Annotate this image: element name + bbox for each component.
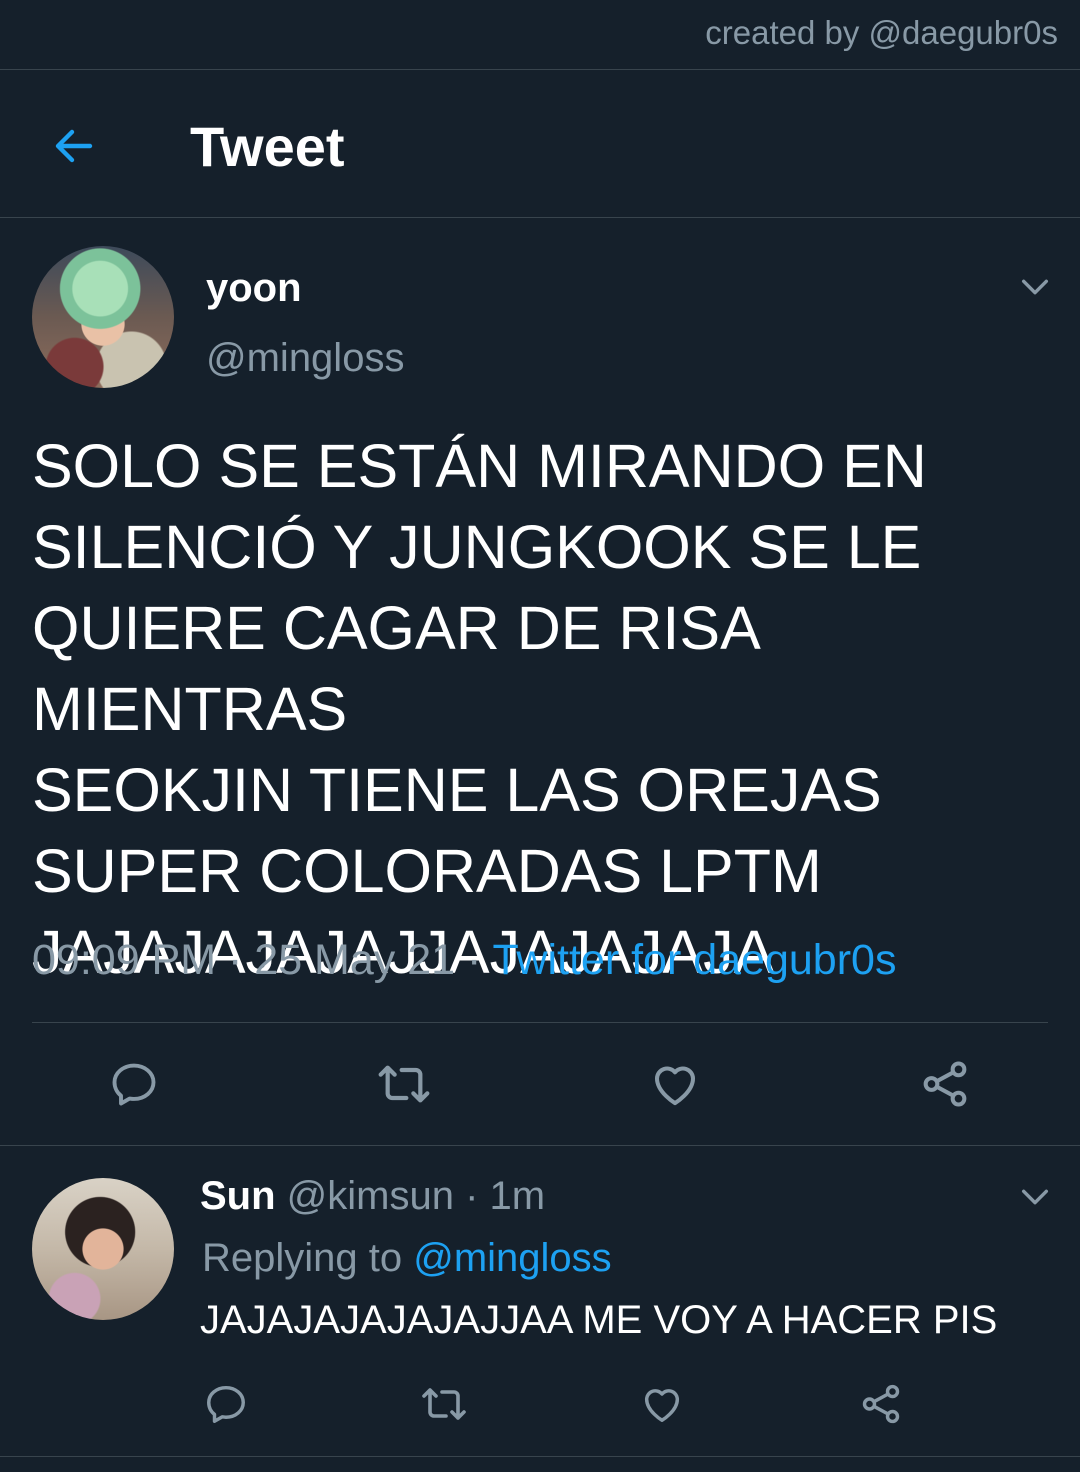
retweet-icon <box>378 1065 430 1103</box>
reply-actions <box>0 1372 1080 1436</box>
share-button[interactable] <box>911 1050 979 1118</box>
divider <box>32 1022 1048 1023</box>
reply-header: Sun @kimsun · 1m <box>200 1174 545 1219</box>
page-title: Tweet <box>190 115 345 178</box>
chevron-down-icon <box>1021 1189 1049 1205</box>
divider <box>0 217 1080 218</box>
retweet-button[interactable] <box>412 1372 476 1436</box>
author-handle[interactable]: @mingloss <box>206 336 404 381</box>
retweet-button[interactable] <box>370 1050 438 1118</box>
top-bar: Tweet <box>0 70 1080 217</box>
heart-icon <box>654 1066 696 1106</box>
more-options-button[interactable] <box>1018 270 1052 309</box>
share-icon <box>923 1061 967 1107</box>
divider <box>0 1145 1080 1146</box>
replying-to: Replying to @mingloss <box>202 1236 612 1281</box>
tweet-text: SOLO SE ESTÁN MIRANDO EN SILENCIÓ Y JUNG… <box>32 432 927 986</box>
retweet-icon <box>422 1388 466 1420</box>
replying-to-label: Replying to <box>202 1236 414 1280</box>
divider <box>0 1456 1080 1457</box>
tweet-meta: 09:09 PM · 25 May 21 · Twitter for daegu… <box>32 936 896 985</box>
back-button[interactable] <box>46 118 102 174</box>
reply-button[interactable] <box>100 1050 168 1118</box>
replying-to-mention[interactable]: @mingloss <box>413 1236 611 1280</box>
like-button[interactable] <box>641 1050 709 1118</box>
tweet-actions <box>0 1050 1080 1118</box>
reply-author-handle[interactable]: @kimsun <box>287 1174 454 1218</box>
arrow-left-icon <box>55 129 93 163</box>
tweet-time: 09:09 PM <box>32 936 217 984</box>
watermark: created by @daegubr0s <box>705 14 1058 51</box>
reply-separator: · <box>453 1174 490 1218</box>
avatar[interactable] <box>32 1178 174 1320</box>
reply-author-name[interactable]: Sun <box>200 1174 276 1218</box>
tweet-source-link[interactable]: Twitter for daegubr0s <box>493 936 897 984</box>
heart-icon <box>644 1389 680 1423</box>
share-button[interactable] <box>849 1372 913 1436</box>
meta-separator: · <box>455 936 493 984</box>
meta-separator: · <box>216 936 255 984</box>
reply-button[interactable] <box>194 1372 258 1436</box>
reply-time: 1m <box>489 1174 546 1218</box>
author-name[interactable]: yoon <box>206 266 302 311</box>
comment-icon <box>112 1063 156 1106</box>
avatar[interactable] <box>32 246 174 388</box>
reply-text: JAJAJAJAJAJAJJAA ME VOY A HACER PIS <box>200 1298 998 1342</box>
like-button[interactable] <box>630 1372 694 1436</box>
tweet-date: 25 May 21 <box>254 936 456 984</box>
comment-icon <box>207 1385 245 1423</box>
chevron-down-icon <box>1021 279 1049 295</box>
share-icon <box>862 1384 900 1424</box>
reply-more-options-button[interactable] <box>1018 1180 1052 1219</box>
